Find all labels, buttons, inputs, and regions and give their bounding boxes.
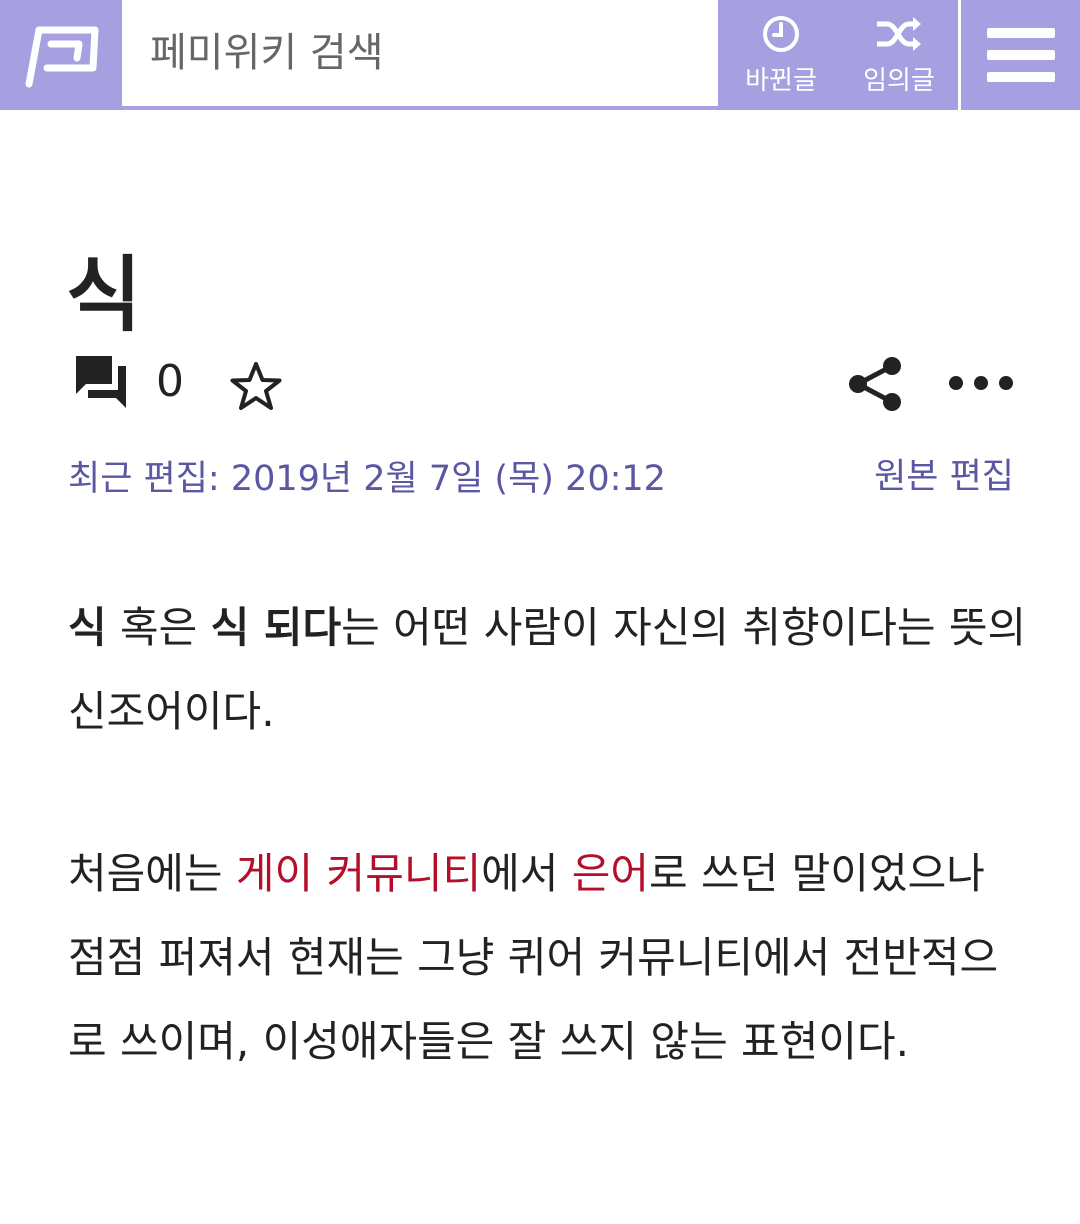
random-page-label: 임의글 (863, 65, 935, 96)
search-box[interactable] (122, 0, 718, 108)
nav-divider (958, 0, 961, 110)
term-bold: 식 (68, 603, 107, 652)
share-icon (849, 357, 901, 411)
shuffle-icon (877, 16, 921, 51)
top-navigation-bar: 바뀐글 임의글 (0, 0, 1080, 110)
page-title: 식 (66, 248, 142, 343)
last-edited-info[interactable]: 최근 편집: 2019년 2월 7일 (목) 20:12 (68, 450, 666, 501)
edit-source-link[interactable]: 원본 편집 (874, 448, 1014, 499)
paragraph-text: 혹은 (106, 603, 211, 652)
hamburger-menu-icon (987, 28, 1055, 82)
site-logo[interactable] (0, 0, 122, 110)
recent-changes-label: 바뀐글 (745, 65, 817, 96)
search-input[interactable] (122, 0, 718, 106)
article-paragraph-2: 처음에는 게이 커뮤니티에서 은어로 쓰던 말이었으나 점점 퍼져서 현재는 그… (68, 832, 1028, 1084)
comment-count: 0 (156, 355, 184, 407)
more-dots-icon (949, 376, 1013, 390)
more-options-button[interactable] (948, 374, 1014, 392)
share-button[interactable] (846, 356, 904, 412)
femiwiki-flag-icon (25, 26, 99, 88)
clock-icon (763, 15, 799, 52)
star-outline-icon (230, 362, 282, 410)
gay-community-link[interactable]: 게이 커뮤니티 (236, 849, 481, 898)
article-paragraph-1: 식 혹은 식 되다는 어떤 사람이 자신의 취향이다는 뜻의 신조어이다. (68, 586, 1028, 754)
recent-changes-button[interactable]: 바뀐글 (722, 0, 840, 110)
comments-button[interactable]: 0 (72, 352, 184, 410)
slang-link[interactable]: 은어 (572, 849, 649, 898)
paragraph-text: 처음에는 (68, 849, 236, 898)
main-menu-button[interactable] (962, 0, 1080, 110)
term-bold: 식 되다 (210, 603, 342, 652)
paragraph-text: 에서 (481, 849, 572, 898)
watch-star-button[interactable] (228, 360, 284, 414)
comments-icon (76, 356, 126, 408)
article-actions: 0 (72, 352, 1032, 416)
random-page-button[interactable]: 임의글 (840, 0, 958, 110)
